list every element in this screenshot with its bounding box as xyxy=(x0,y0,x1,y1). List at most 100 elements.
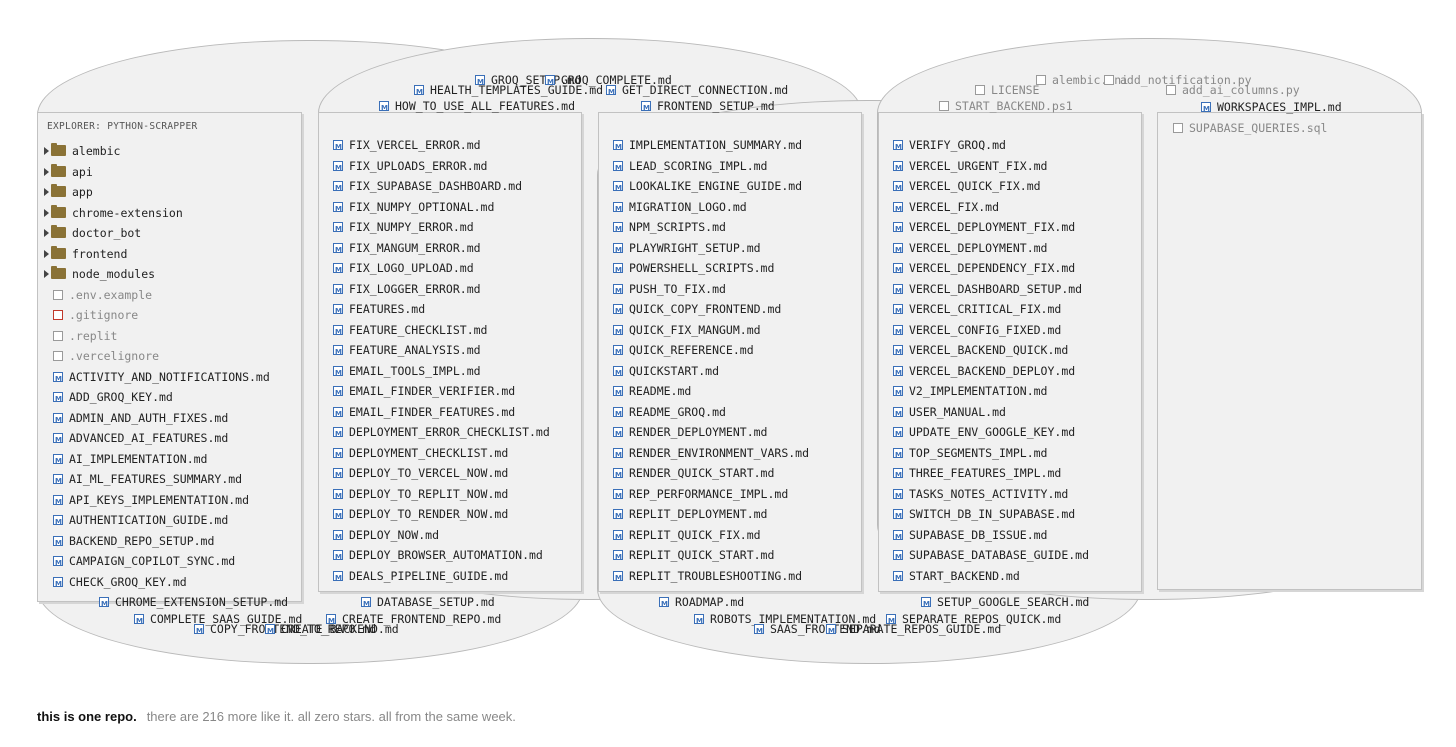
file-item[interactable]: FIX_UPLOADS_ERROR.md xyxy=(333,159,487,175)
file-item[interactable]: REPLIT_DEPLOYMENT.md xyxy=(613,507,767,523)
file-item[interactable]: VERCEL_BACKEND_DEPLOY.md xyxy=(893,364,1075,380)
file-item[interactable]: START_BACKEND.ps1 xyxy=(939,99,1073,113)
file-item[interactable]: RENDER_QUICK_START.md xyxy=(613,466,774,482)
file-item[interactable]: QUICK_REFERENCE.md xyxy=(613,343,754,359)
file-item[interactable]: FEATURES.md xyxy=(333,302,425,318)
file-item[interactable]: SWITCH_DB_IN_SUPABASE.md xyxy=(893,507,1075,523)
file-item[interactable]: ADD_GROQ_KEY.md xyxy=(53,390,173,406)
file-item[interactable]: LEAD_SCORING_IMPL.md xyxy=(613,159,767,175)
file-item[interactable]: README_GROQ.md xyxy=(613,405,726,421)
file-item[interactable]: WORKSPACES_IMPL.md xyxy=(1201,100,1342,116)
file-item[interactable]: NPM_SCRIPTS.md xyxy=(613,220,726,236)
file-item[interactable]: FIX_SUPABASE_DASHBOARD.md xyxy=(333,179,522,195)
file-item[interactable]: USER_MANUAL.md xyxy=(893,405,1006,421)
chevron-right-icon[interactable] xyxy=(44,249,49,258)
folder-item[interactable]: api xyxy=(44,163,93,179)
file-item[interactable]: VERCEL_DEPLOYMENT.md xyxy=(893,241,1047,257)
file-item[interactable]: ADVANCED_AI_FEATURES.md xyxy=(53,431,228,447)
file-item[interactable]: DEALS_PIPELINE_GUIDE.md xyxy=(333,569,508,585)
file-item[interactable]: MIGRATION_LOGO.md xyxy=(613,200,747,216)
file-item[interactable]: CAMPAIGN_COPILOT_SYNC.md xyxy=(53,554,235,570)
file-item[interactable]: EMAIL_FINDER_FEATURES.md xyxy=(333,405,515,421)
file-item[interactable]: VERCEL_BACKEND_QUICK.md xyxy=(893,343,1068,359)
file-item[interactable]: GET_DIRECT_CONNECTION.md xyxy=(606,83,788,99)
file-item[interactable]: VERCEL_URGENT_FIX.md xyxy=(893,159,1047,175)
file-item[interactable]: .env.example xyxy=(53,288,152,302)
file-item[interactable]: REP_PERFORMANCE_IMPL.md xyxy=(613,487,788,503)
file-item[interactable]: VERCEL_DASHBOARD_SETUP.md xyxy=(893,282,1082,298)
file-item[interactable]: FEATURE_CHECKLIST.md xyxy=(333,323,487,339)
file-item[interactable]: SETUP_GOOGLE_SEARCH.md xyxy=(921,595,1089,611)
chevron-right-icon[interactable] xyxy=(44,208,49,217)
file-item[interactable]: REPLIT_QUICK_FIX.md xyxy=(613,528,761,544)
file-item[interactable]: VERCEL_DEPLOYMENT_FIX.md xyxy=(893,220,1075,236)
file-item[interactable]: .vercelignore xyxy=(53,349,159,363)
file-item[interactable]: FIX_LOGGER_ERROR.md xyxy=(333,282,481,298)
file-item[interactable]: ADMIN_AND_AUTH_FIXES.md xyxy=(53,411,228,427)
file-item[interactable]: DEPLOYMENT_ERROR_CHECKLIST.md xyxy=(333,425,550,441)
file-item[interactable]: FIX_NUMPY_ERROR.md xyxy=(333,220,474,236)
file-item[interactable]: DEPLOY_TO_RENDER_NOW.md xyxy=(333,507,508,523)
file-item[interactable]: TOP_SEGMENTS_IMPL.md xyxy=(893,446,1047,462)
file-item[interactable]: QUICK_FIX_MANGUM.md xyxy=(613,323,761,339)
file-item[interactable]: START_BACKEND.md xyxy=(893,569,1020,585)
file-item[interactable]: VERIFY_GROQ.md xyxy=(893,138,1006,154)
file-item[interactable]: CHECK_GROQ_KEY.md xyxy=(53,575,187,591)
chevron-right-icon[interactable] xyxy=(44,147,49,155)
file-item[interactable]: LOOKALIKE_ENGINE_GUIDE.md xyxy=(613,179,802,195)
file-item[interactable]: DEPLOY_BROWSER_AUTOMATION.md xyxy=(333,548,543,564)
file-item[interactable]: FEATURE_ANALYSIS.md xyxy=(333,343,481,359)
file-item[interactable]: AI_IMPLEMENTATION.md xyxy=(53,452,207,468)
file-item[interactable]: ROADMAP.md xyxy=(659,595,744,611)
file-item[interactable]: SEPARATE_REPOS_GUIDE.md xyxy=(826,622,1001,638)
file-item[interactable]: .replit xyxy=(53,329,117,343)
file-item[interactable]: REPLIT_QUICK_START.md xyxy=(613,548,774,564)
folder-item[interactable]: app xyxy=(44,184,93,199)
file-item[interactable]: DEPLOY_NOW.md xyxy=(333,528,439,544)
file-item[interactable]: QUICK_COPY_FRONTEND.md xyxy=(613,302,781,318)
file-item[interactable]: POWERSHELL_SCRIPTS.md xyxy=(613,261,774,277)
file-item[interactable]: SUPABASE_DATABASE_GUIDE.md xyxy=(893,548,1089,564)
file-item[interactable]: PUSH_TO_FIX.md xyxy=(613,282,726,298)
file-item[interactable]: HOW_TO_USE_ALL_FEATURES.md xyxy=(379,99,575,115)
folder-item[interactable]: node_modules xyxy=(44,266,155,281)
file-item[interactable]: DATABASE_SETUP.md xyxy=(361,595,495,611)
file-item[interactable]: FIX_LOGO_UPLOAD.md xyxy=(333,261,474,277)
folder-item[interactable]: doctor_bot xyxy=(44,225,141,240)
file-item[interactable]: AI_ML_FEATURES_SUMMARY.md xyxy=(53,472,242,488)
file-item[interactable]: DEPLOY_TO_VERCEL_NOW.md xyxy=(333,466,508,482)
file-item[interactable]: VERCEL_QUICK_FIX.md xyxy=(893,179,1041,195)
file-item[interactable]: RENDER_ENVIRONMENT_VARS.md xyxy=(613,446,809,462)
file-item[interactable]: IMPLEMENTATION_SUMMARY.md xyxy=(613,138,802,154)
file-item[interactable]: LICENSE xyxy=(975,83,1039,97)
file-item[interactable]: REPLIT_TROUBLESHOOTING.md xyxy=(613,569,802,585)
file-item[interactable]: BACKEND_REPO_SETUP.md xyxy=(53,534,214,550)
file-item[interactable]: FRONTEND_SETUP.md xyxy=(641,99,775,115)
folder-item[interactable]: chrome-extension xyxy=(44,204,183,220)
chevron-right-icon[interactable] xyxy=(44,188,49,196)
file-item[interactable]: README.md xyxy=(613,384,691,400)
file-item[interactable]: EMAIL_TOOLS_IMPL.md xyxy=(333,364,481,380)
file-item[interactable]: VERCEL_FIX.md xyxy=(893,200,999,216)
file-item[interactable]: CHROME_EXTENSION_SETUP.md xyxy=(99,595,288,611)
file-item[interactable]: QUICKSTART.md xyxy=(613,364,719,380)
chevron-right-icon[interactable] xyxy=(44,167,49,176)
file-item[interactable]: SUPABASE_QUERIES.sql xyxy=(1173,121,1327,135)
file-item[interactable]: EMAIL_FINDER_VERIFIER.md xyxy=(333,384,515,400)
file-item[interactable]: FIX_VERCEL_ERROR.md xyxy=(333,138,481,154)
file-item[interactable]: VERCEL_DEPENDENCY_FIX.md xyxy=(893,261,1075,277)
file-item[interactable]: VERCEL_CRITICAL_FIX.md xyxy=(893,302,1061,318)
chevron-right-icon[interactable] xyxy=(44,270,49,278)
file-item[interactable]: FIX_MANGUM_ERROR.md xyxy=(333,241,481,257)
file-item[interactable]: PLAYWRIGHT_SETUP.md xyxy=(613,241,761,257)
folder-item[interactable]: frontend xyxy=(44,245,127,261)
folder-item[interactable]: alembic xyxy=(44,143,120,158)
file-item[interactable]: CREATE_BACKEND.md xyxy=(265,622,399,638)
file-item[interactable]: SUPABASE_DB_ISSUE.md xyxy=(893,528,1047,544)
file-item[interactable]: THREE_FEATURES_IMPL.md xyxy=(893,466,1061,482)
file-item[interactable]: .gitignore xyxy=(53,308,138,322)
file-item[interactable]: ACTIVITY_AND_NOTIFICATIONS.md xyxy=(53,370,270,386)
chevron-right-icon[interactable] xyxy=(44,229,49,237)
file-item[interactable]: DEPLOY_TO_REPLIT_NOW.md xyxy=(333,487,508,503)
file-item[interactable]: AUTHENTICATION_GUIDE.md xyxy=(53,513,228,529)
